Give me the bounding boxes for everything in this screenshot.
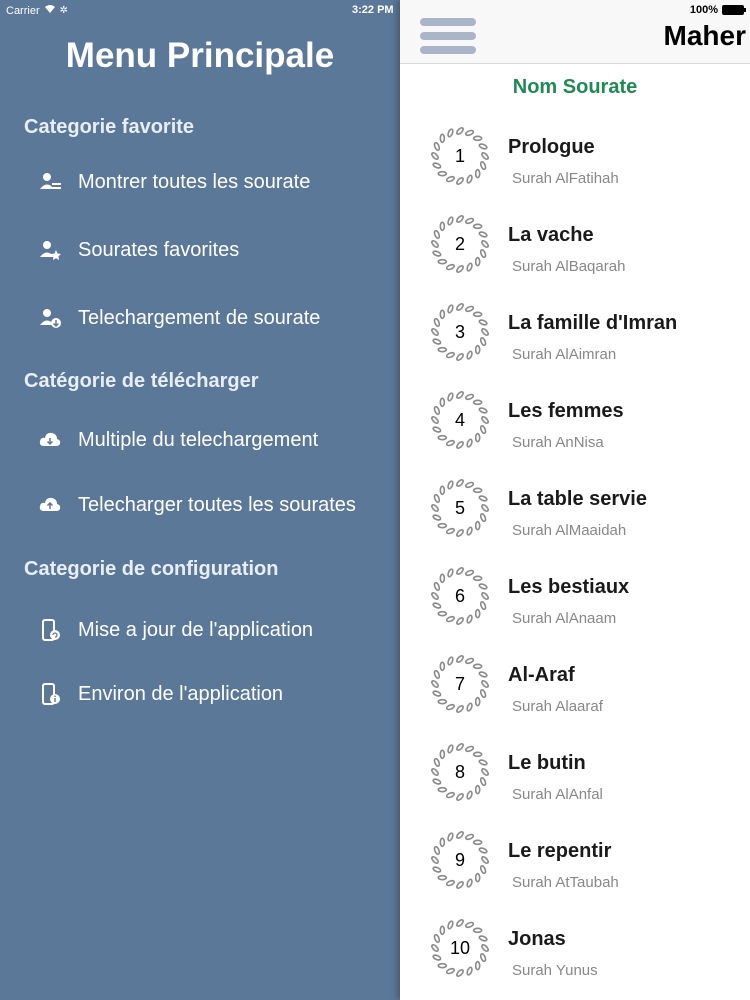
main-panel: 100% Maher Nom Sourate 1 Prologue Surah … — [400, 0, 750, 1000]
surah-number: 6 — [454, 585, 465, 606]
surah-row[interactable]: 9 Le repentir Surah AtTaubah — [400, 824, 750, 912]
surah-subtitle: Surah AlAnfal — [512, 786, 603, 803]
surah-number-badge: 7 — [430, 654, 490, 714]
menu-item-label: Telechargement de sourate — [78, 306, 321, 329]
surah-number: 7 — [454, 673, 465, 694]
hamburger-bar — [420, 32, 476, 40]
surah-subtitle: Surah Yunus — [512, 962, 598, 979]
surah-number: 2 — [454, 233, 465, 254]
carrier-label: Carrier — [6, 4, 40, 17]
users-star-icon — [38, 238, 62, 262]
status-bar-left: Carrier ✲ — [6, 4, 68, 17]
surah-name: Jonas — [508, 928, 566, 950]
menu-item-show-all-surahs[interactable]: Montrer toutes les sourate — [38, 170, 310, 194]
users-list-icon — [38, 170, 62, 194]
surah-number: 1 — [454, 145, 465, 166]
menu-item-label: Mise a jour de l'application — [78, 618, 314, 641]
menu-item-surah-download[interactable]: Telechargement de sourate — [38, 306, 320, 330]
surah-subtitle: Surah AlBaqarah — [512, 258, 626, 275]
menu-toggle-button[interactable] — [420, 18, 476, 60]
battery-label: 100% — [689, 4, 718, 16]
surah-row[interactable]: 6 Les bestiaux Surah AlAnaam — [400, 560, 750, 648]
surah-row[interactable]: 2 La vache Surah AlBaqarah — [400, 208, 750, 296]
menu-title: Menu Principale — [65, 36, 335, 75]
surah-subtitle: Surah AlFatihah — [512, 170, 619, 187]
surah-name: La vache — [508, 224, 594, 246]
hamburger-bar — [420, 18, 476, 26]
surah-subtitle: Surah AlMaaidah — [512, 522, 627, 539]
surah-subtitle: Surah Alaaraf — [512, 698, 603, 715]
battery-status: 100% — [689, 4, 746, 16]
surah-number: 10 — [449, 937, 471, 958]
category-header-configuration: Categorie de configuration — [24, 558, 279, 580]
category-header-favorite: Categorie favorite — [24, 116, 195, 138]
surah-row[interactable]: 10 Jonas Surah Yunus — [400, 912, 750, 1000]
wifi-icon — [44, 4, 56, 17]
surah-name: Les femmes — [508, 400, 624, 422]
phone-info-icon — [38, 682, 62, 706]
status-time: 3:22 PM — [352, 4, 394, 16]
surah-list: 1 Prologue Surah AlFatihah 2 La vache Su… — [400, 120, 750, 1000]
surah-number-badge: 5 — [430, 478, 490, 538]
menu-item-label: Environ de l'application — [78, 682, 284, 705]
menu-item-label: Telecharger toutes les sourates — [78, 493, 356, 516]
surah-row[interactable]: 8 Le butin Surah AlAnfal — [400, 736, 750, 824]
menu-item-label: Sourates favorites — [78, 238, 240, 261]
surah-number-badge: 1 — [430, 126, 490, 186]
menu-item-favorite-surahs[interactable]: Sourates favorites — [38, 238, 239, 262]
surah-name: Les bestiaux — [508, 576, 630, 598]
hamburger-bar — [420, 46, 476, 54]
surah-number: 5 — [454, 497, 465, 518]
surah-number-badge: 10 — [430, 918, 490, 978]
surah-name: Prologue — [508, 136, 595, 158]
surah-number: 9 — [454, 849, 465, 870]
surah-number-badge: 2 — [430, 214, 490, 274]
battery-icon — [722, 5, 746, 15]
surah-name: La famille d'Imran — [508, 312, 678, 334]
surah-subtitle: Surah AtTaubah — [512, 874, 619, 891]
nav-title: Maher — [663, 20, 746, 51]
surah-number: 3 — [454, 321, 465, 342]
cloud-upload-icon — [38, 493, 62, 517]
surah-name: La table servie — [508, 488, 647, 510]
menu-item-download-all-surahs[interactable]: Telecharger toutes les sourates — [38, 493, 356, 517]
surah-number-badge: 3 — [430, 302, 490, 362]
menu-item-label: Montrer toutes les sourate — [78, 170, 311, 193]
surah-row[interactable]: 4 Les femmes Surah AnNisa — [400, 384, 750, 472]
surah-name: Le repentir — [508, 840, 612, 862]
surah-subtitle: Surah AlAnaam — [512, 610, 617, 627]
column-header: Nom Sourate — [512, 76, 638, 98]
surah-number-badge: 4 — [430, 390, 490, 450]
surah-number-badge: 8 — [430, 742, 490, 802]
surah-row[interactable]: 1 Prologue Surah AlFatihah — [400, 120, 750, 208]
menu-item-app-update[interactable]: Mise a jour de l'application — [38, 618, 313, 642]
surah-number-badge: 9 — [430, 830, 490, 890]
surah-number: 8 — [454, 761, 465, 782]
category-header-download: Catégorie de télécharger — [24, 370, 259, 392]
surah-name: Al-Araf — [508, 664, 575, 686]
side-menu: Carrier ✲ 3:22 PM Menu Principale Catego… — [0, 0, 400, 1000]
surah-subtitle: Surah AlAimran — [512, 346, 617, 363]
surah-row[interactable]: 7 Al-Araf Surah Alaaraf — [400, 648, 750, 736]
surah-number-badge: 6 — [430, 566, 490, 626]
menu-item-about-app[interactable]: Environ de l'application — [38, 682, 283, 706]
menu-item-label: Multiple du telechargement — [78, 428, 319, 451]
surah-row[interactable]: 5 La table servie Surah AlMaaidah — [400, 472, 750, 560]
surah-row[interactable]: 3 La famille d'Imran Surah AlAimran — [400, 296, 750, 384]
cloud-download-icon — [38, 428, 62, 452]
activity-icon: ✲ — [59, 5, 69, 16]
surah-name: Le butin — [508, 752, 586, 774]
phone-update-icon — [38, 618, 62, 642]
surah-number: 4 — [454, 409, 465, 430]
surah-subtitle: Surah AnNisa — [512, 434, 604, 451]
menu-item-multiple-download[interactable]: Multiple du telechargement — [38, 428, 318, 452]
users-download-icon — [38, 306, 62, 330]
navigation-bar: 100% Maher — [400, 0, 750, 64]
